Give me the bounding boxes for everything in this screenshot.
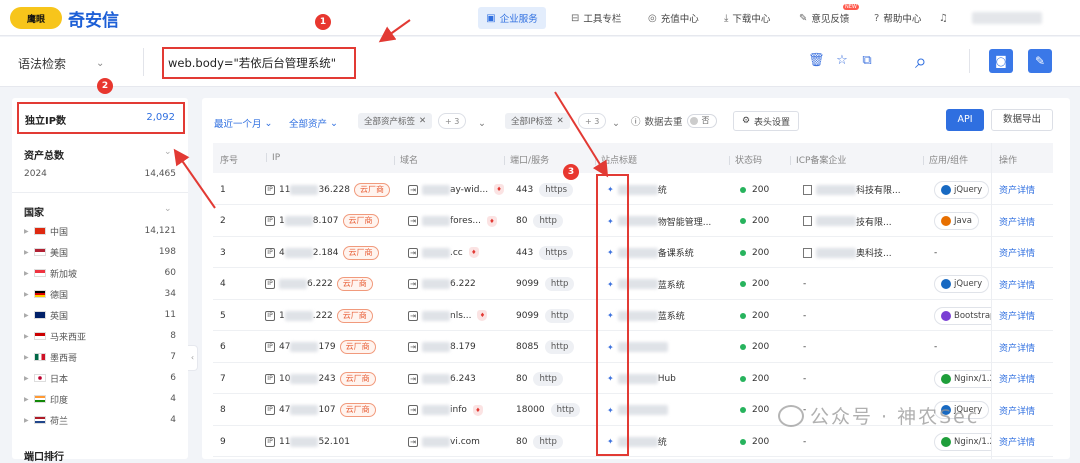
annotation-arrows bbox=[173, 19, 609, 209]
wechat-icon bbox=[778, 404, 804, 427]
watermark-text: 公众号 · 神农Sec bbox=[810, 406, 980, 428]
arrow-2 bbox=[173, 148, 216, 209]
arrow-3 bbox=[554, 91, 609, 178]
arrow-1 bbox=[378, 19, 411, 43]
watermark: 公众号 · 神农Sec bbox=[778, 402, 979, 429]
